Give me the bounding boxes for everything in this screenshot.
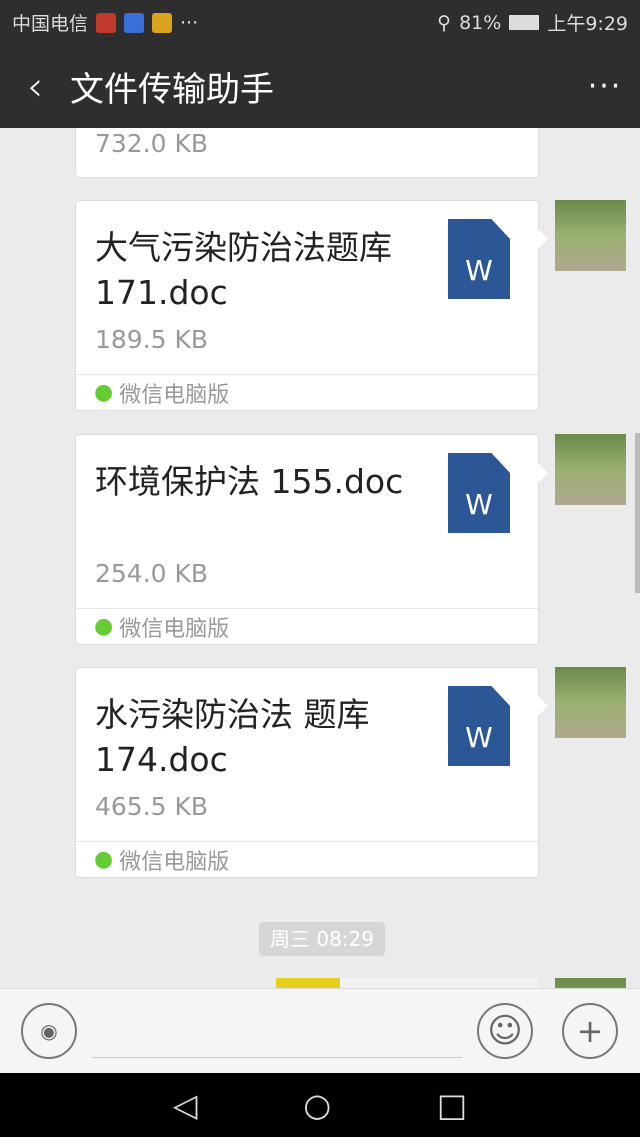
message-input[interactable] — [92, 1057, 462, 1058]
app-icon — [152, 12, 173, 33]
source-label: ● 微信电脑版 — [76, 374, 538, 410]
chat-title: 文件传输助手 — [70, 70, 274, 110]
back-nav-icon[interactable]: ◁ — [173, 1086, 198, 1124]
file-name: 水污染防治法 题库174.doc — [95, 695, 370, 779]
avatar[interactable] — [555, 978, 626, 988]
battery-percent: 81% — [459, 11, 502, 34]
word-file-icon: W — [448, 453, 510, 533]
recents-nav-icon[interactable]: □ — [437, 1086, 467, 1124]
clock: 上午9:29 — [547, 13, 628, 35]
wechat-icon: ● — [94, 614, 114, 639]
navigation-bar: ◁ ○ □ — [0, 1073, 640, 1137]
file-size: 465.5 KB — [95, 792, 209, 821]
file-size: 189.5 KB — [95, 325, 209, 354]
scrollbar[interactable] — [635, 433, 640, 593]
file-name: 环境保护法 155.doc — [95, 462, 404, 501]
more-notifications-icon: ··· — [180, 11, 199, 34]
image-message[interactable] — [276, 978, 538, 988]
back-button[interactable]: ‹ — [0, 64, 70, 110]
input-bar: ◉ ☺ + — [0, 988, 640, 1073]
source-label: ● 微信电脑版 — [76, 608, 538, 644]
word-file-icon: W — [448, 219, 510, 299]
word-file-icon: W — [448, 686, 510, 766]
file-size: 254.0 KB — [95, 559, 209, 588]
status-bar: 中国电信 ··· ⚲ 81% 上午9:29 — [0, 0, 640, 45]
home-nav-icon[interactable]: ○ — [303, 1086, 331, 1124]
file-message[interactable]: 大气污染防治法题库171.doc 189.5 KB W ● 微信电脑版 — [75, 200, 548, 411]
wifi-icon: ⚲ — [437, 11, 452, 34]
plus-button[interactable]: + — [562, 1003, 618, 1059]
chat-header: ‹ 文件传输助手 ··· — [0, 45, 640, 128]
voice-button[interactable]: ◉ — [21, 1003, 77, 1059]
wechat-icon: ● — [94, 847, 114, 872]
message-list[interactable]: 732.0 KB 大气污染防治法题库171.doc 189.5 KB W ● 微信… — [0, 128, 640, 988]
wechat-icon: ● — [94, 380, 114, 405]
avatar[interactable] — [555, 200, 626, 271]
more-button[interactable]: ··· — [570, 69, 640, 104]
file-size: 732.0 KB — [95, 129, 209, 158]
carrier: 中国电信 — [12, 13, 89, 35]
file-name: 大气污染防治法题库171.doc — [95, 228, 392, 312]
baidu-icon — [124, 12, 145, 33]
emoji-button[interactable]: ☺ — [477, 1003, 533, 1059]
app-icon — [96, 12, 117, 33]
battery-icon — [509, 15, 540, 30]
timestamp: 周三 08:29 — [259, 922, 385, 956]
avatar[interactable] — [555, 434, 626, 505]
file-message[interactable]: 732.0 KB — [75, 128, 539, 178]
file-message[interactable]: 环境保护法 155.doc 254.0 KB W ● 微信电脑版 — [75, 434, 548, 645]
file-message[interactable]: 水污染防治法 题库174.doc 465.5 KB W ● 微信电脑版 — [75, 667, 548, 878]
avatar[interactable] — [555, 667, 626, 738]
source-label: ● 微信电脑版 — [76, 841, 538, 877]
